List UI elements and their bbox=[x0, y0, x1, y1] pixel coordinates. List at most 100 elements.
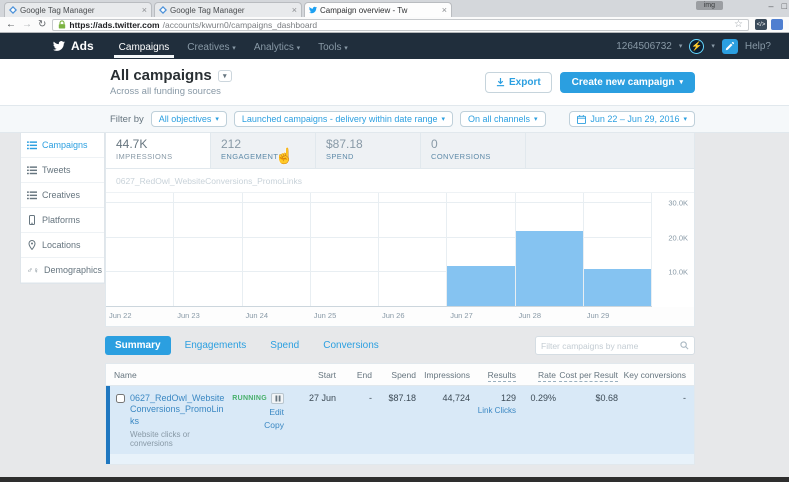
tab-spend[interactable]: Spend bbox=[260, 336, 309, 355]
calendar-icon bbox=[577, 115, 586, 124]
channels-dropdown[interactable]: On all channels▾ bbox=[460, 111, 546, 127]
forward-icon[interactable]: → bbox=[22, 20, 32, 30]
twitter-favicon bbox=[309, 6, 317, 14]
nav-item-tools[interactable]: Tools ▾ bbox=[309, 35, 357, 58]
col-name[interactable]: Name bbox=[114, 370, 294, 380]
minimize-window-icon[interactable]: – bbox=[769, 1, 774, 11]
browser-tab-active[interactable]: Campaign overview - Tw × bbox=[304, 2, 452, 17]
tab-summary[interactable]: Summary bbox=[105, 336, 171, 355]
chart-bar[interactable] bbox=[516, 231, 583, 306]
impressions-chart: 0627_RedOwl_WebsiteConversions_PromoLink… bbox=[105, 169, 695, 327]
nav-item-creatives[interactable]: Creatives ▾ bbox=[178, 35, 245, 58]
col-end[interactable]: End bbox=[336, 370, 372, 380]
chevron-down-icon[interactable]: ▾ bbox=[711, 42, 715, 50]
filter-bar: Filter by All objectives▾ Launched campa… bbox=[0, 105, 789, 133]
delivery-dropdown[interactable]: Launched campaigns - delivery within dat… bbox=[234, 111, 453, 127]
x-axis-tick: Jun 22 bbox=[106, 311, 174, 320]
col-cost-per-result[interactable]: Cost per Result bbox=[556, 370, 618, 380]
stat-engagements[interactable]: 212 ENGAGEMENTS bbox=[211, 133, 316, 168]
lock-icon bbox=[58, 20, 66, 29]
browser-tab[interactable]: Google Tag Manager × bbox=[154, 2, 302, 17]
col-impressions[interactable]: Impressions bbox=[416, 370, 470, 380]
col-spend[interactable]: Spend bbox=[372, 370, 416, 380]
tab-title: Google Tag Manager bbox=[170, 6, 289, 15]
cell-start: 27 Jun bbox=[294, 393, 336, 448]
col-rate[interactable]: Rate bbox=[516, 370, 556, 380]
stat-conversions[interactable]: 0 CONVERSIONS bbox=[421, 133, 526, 168]
sidebar-item-locations[interactable]: Locations bbox=[21, 233, 104, 258]
y-axis-tick: 30.0K bbox=[668, 199, 688, 208]
chevron-down-icon: ▾ bbox=[441, 115, 445, 123]
create-campaign-button[interactable]: Create new campaign ▾ bbox=[560, 72, 695, 93]
results-type-link[interactable]: Link Clicks bbox=[470, 406, 516, 415]
tab-engagements[interactable]: Engagements bbox=[175, 336, 257, 355]
campaign-name-link[interactable]: 0627_RedOwl_WebsiteConversions_PromoLink… bbox=[130, 393, 227, 427]
ads-navbar: Ads Campaigns Creatives ▾ Analytics ▾ To… bbox=[0, 33, 789, 59]
stats-row: 44.7K IMPRESSIONS 212 ENGAGEMENTS $87.18… bbox=[105, 133, 695, 169]
page-title: All campaigns bbox=[110, 67, 212, 84]
chevron-down-icon: ▾ bbox=[534, 115, 538, 123]
sidebar-item-creatives[interactable]: Creatives bbox=[21, 183, 104, 208]
row-checkbox[interactable] bbox=[116, 394, 125, 403]
chevron-down-icon: ▾ bbox=[297, 45, 301, 52]
col-start[interactable]: Start bbox=[294, 370, 336, 380]
browser-tab[interactable]: Google Tag Manager × bbox=[4, 2, 152, 17]
col-results[interactable]: Results bbox=[470, 370, 516, 380]
chevron-down-icon: ▾ bbox=[232, 45, 236, 52]
chevron-down-icon: ▾ bbox=[679, 42, 683, 50]
url-host: https://ads.twitter.com bbox=[69, 20, 159, 30]
status-badge: RUNNING bbox=[232, 395, 267, 402]
maximize-window-icon[interactable]: □ bbox=[782, 1, 787, 11]
y-axis-tick: 20.0K bbox=[668, 233, 688, 242]
help-link[interactable]: Help? bbox=[745, 41, 771, 52]
copy-link[interactable]: Copy bbox=[232, 420, 284, 430]
stat-spend[interactable]: $87.18 SPEND bbox=[316, 133, 421, 168]
list-icon bbox=[27, 166, 37, 175]
sidebar-item-demographics[interactable]: ♂♀ Demographics bbox=[21, 258, 104, 283]
chart-legend-label: 0627_RedOwl_WebsiteConversions_PromoLink… bbox=[106, 169, 694, 193]
sidebar-item-platforms[interactable]: Platforms bbox=[21, 208, 104, 233]
metrics-sidebar: Campaigns Tweets Creatives Platforms Loc… bbox=[20, 133, 105, 284]
bookmark-star-icon[interactable]: ☆ bbox=[734, 19, 743, 30]
date-range-dropdown[interactable]: Jun 22 – Jun 29, 2016 ▾ bbox=[569, 111, 695, 127]
campaign-filter-input[interactable] bbox=[541, 341, 680, 351]
sidebar-item-tweets[interactable]: Tweets bbox=[21, 158, 104, 183]
mouse-cursor: ☝ bbox=[275, 147, 294, 165]
stat-impressions[interactable]: 44.7K IMPRESSIONS bbox=[106, 133, 211, 168]
pause-button[interactable] bbox=[271, 393, 284, 404]
nav-item-campaigns[interactable]: Campaigns bbox=[110, 35, 179, 58]
download-icon bbox=[496, 78, 505, 87]
sidebar-item-campaigns[interactable]: Campaigns bbox=[21, 133, 104, 158]
campaign-filter-box bbox=[535, 336, 695, 355]
chart-bar[interactable] bbox=[447, 266, 514, 306]
tab-conversions[interactable]: Conversions bbox=[313, 336, 389, 355]
cell-spend: $87.18 bbox=[372, 393, 416, 448]
refresh-icon[interactable]: ↻ bbox=[38, 20, 46, 30]
address-bar[interactable]: https://ads.twitter.com/accounts/kwurn0/… bbox=[52, 19, 749, 31]
location-pin-icon bbox=[27, 240, 37, 250]
campaigns-scope-dropdown[interactable]: ▾ bbox=[218, 70, 232, 82]
tab-title: Campaign overview - Tw bbox=[320, 6, 439, 15]
objectives-dropdown[interactable]: All objectives▾ bbox=[151, 111, 227, 127]
close-tab-icon[interactable]: × bbox=[292, 5, 297, 15]
gtm-favicon bbox=[9, 6, 17, 14]
avatar[interactable]: ⚡ bbox=[689, 39, 704, 54]
extension-code-icon[interactable]: </> bbox=[755, 19, 767, 30]
nav-item-analytics[interactable]: Analytics ▾ bbox=[245, 35, 309, 58]
chevron-down-icon: ▾ bbox=[679, 78, 683, 86]
close-tab-icon[interactable]: × bbox=[442, 5, 447, 15]
extension-icon[interactable] bbox=[771, 19, 783, 30]
account-id-menu[interactable]: 1264506732 bbox=[616, 41, 672, 52]
compose-tweet-button[interactable] bbox=[722, 39, 738, 54]
video-overlay-badge: img bbox=[696, 1, 723, 10]
back-icon[interactable]: ← bbox=[6, 20, 16, 30]
table-row: 0627_RedOwl_WebsiteConversions_PromoLink… bbox=[106, 386, 694, 464]
edit-link[interactable]: Edit bbox=[232, 407, 284, 417]
close-tab-icon[interactable]: × bbox=[142, 5, 147, 15]
tab-title: Google Tag Manager bbox=[20, 6, 139, 15]
x-axis-tick: Jun 27 bbox=[447, 311, 515, 320]
col-key-conversions[interactable]: Key conversions bbox=[618, 370, 686, 380]
pen-icon bbox=[725, 42, 734, 51]
export-button[interactable]: Export bbox=[485, 72, 552, 93]
chart-bar[interactable] bbox=[584, 269, 651, 306]
